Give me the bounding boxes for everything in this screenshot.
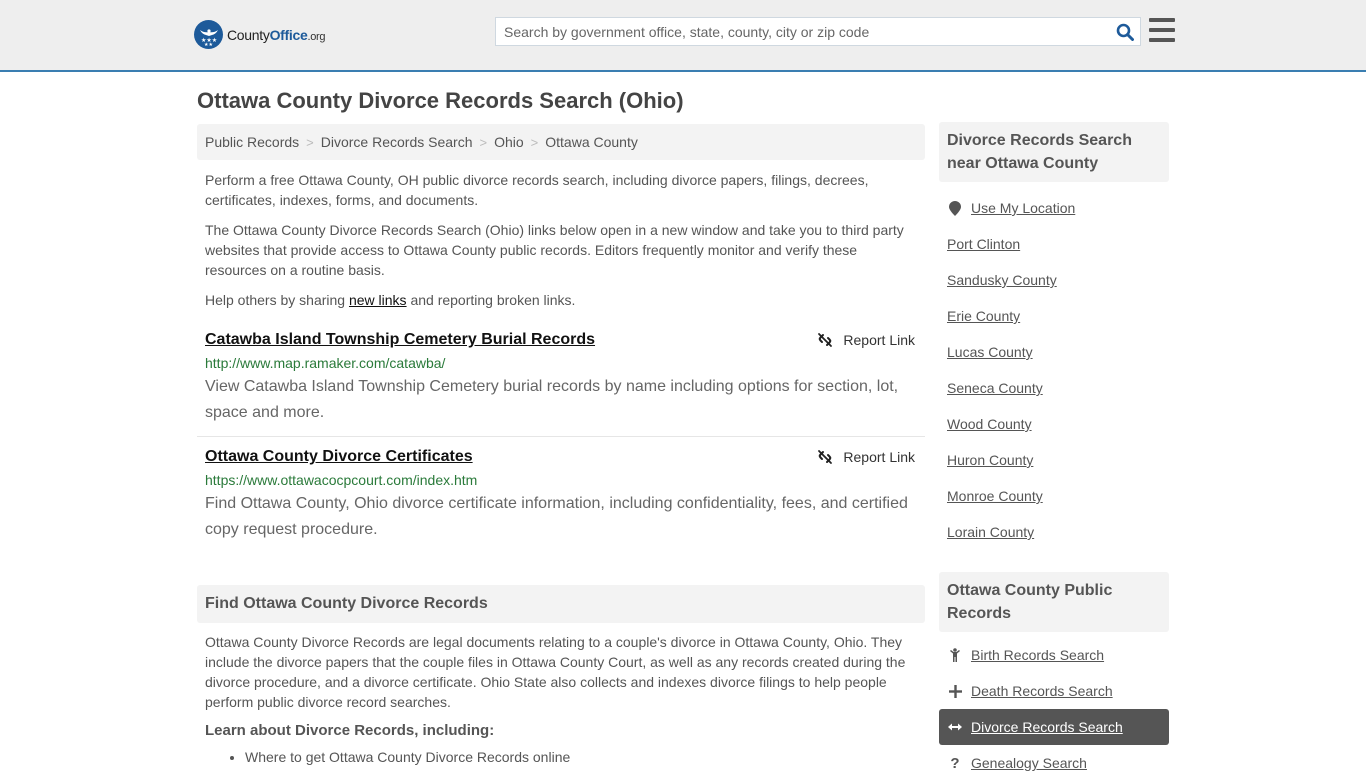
broken-link-icon bbox=[818, 450, 833, 464]
nearby-list: Use My Location Port Clinton Sandusky Co… bbox=[939, 182, 1169, 550]
report-link-label: Report Link bbox=[843, 332, 915, 348]
nearby-link-lucas-county[interactable]: Lucas County bbox=[947, 344, 1033, 360]
svg-text:★★: ★★ bbox=[204, 42, 213, 46]
nearby-link-wood-county[interactable]: Wood County bbox=[947, 416, 1032, 432]
eagle-logo-icon: ★★★ ★★ bbox=[194, 20, 223, 49]
broken-link-icon bbox=[818, 333, 833, 347]
resource-link-item: Ottawa County Divorce Certificates Repor… bbox=[197, 437, 925, 553]
breadcrumb-ottawa-county[interactable]: Ottawa County bbox=[545, 134, 638, 150]
resource-url: https://www.ottawacocpcourt.com/index.ht… bbox=[205, 472, 478, 488]
nearby-item: Seneca County bbox=[939, 370, 1169, 406]
public-records-item: Death Records Search bbox=[939, 673, 1169, 709]
question-icon: ? bbox=[950, 754, 960, 772]
nearby-sidebar: Divorce Records Search near Ottawa Count… bbox=[939, 122, 1169, 550]
logo-text: CountyOffice.org bbox=[227, 26, 326, 43]
nearby-item: Erie County bbox=[939, 298, 1169, 334]
report-link-button[interactable]: Report Link bbox=[817, 449, 915, 465]
top-header: ★★★ ★★ CountyOffice.org bbox=[0, 0, 1366, 72]
breadcrumb-divorce-records-search[interactable]: Divorce Records Search bbox=[321, 134, 473, 150]
public-records-sidebar: Ottawa County Public Records Birth Recor… bbox=[939, 572, 1169, 781]
nearby-link-seneca-county[interactable]: Seneca County bbox=[947, 380, 1043, 396]
resource-description: View Catawba Island Township Cemetery bu… bbox=[205, 378, 899, 421]
public-records-item: Birth Records Search bbox=[939, 637, 1169, 673]
arrows-horizontal-icon bbox=[947, 722, 963, 732]
resource-link-title[interactable]: Ottawa County Divorce Certificates bbox=[205, 447, 473, 467]
nearby-link-lorain-county[interactable]: Lorain County bbox=[947, 524, 1034, 540]
nearby-heading: Divorce Records Search near Ottawa Count… bbox=[939, 122, 1169, 182]
public-records-item: ? Genealogy Search bbox=[939, 745, 1169, 781]
intro-paragraph: The Ottawa County Divorce Records Search… bbox=[205, 222, 904, 278]
nearby-item: Port Clinton bbox=[939, 226, 1169, 262]
site-logo[interactable]: ★★★ ★★ CountyOffice.org bbox=[194, 20, 326, 49]
search-input[interactable] bbox=[496, 18, 1110, 45]
intro: Perform a free Ottawa County, OH public … bbox=[197, 170, 925, 310]
find-records-heading: Find Ottawa County Divorce Records bbox=[197, 585, 925, 623]
search-button[interactable] bbox=[1110, 18, 1140, 45]
nearby-item: Monroe County bbox=[939, 478, 1169, 514]
map-pin-icon bbox=[947, 200, 963, 216]
use-my-location-item: Use My Location bbox=[939, 190, 1169, 226]
intro-paragraph: Help others by sharing new links and rep… bbox=[205, 292, 576, 308]
nearby-link-erie-county[interactable]: Erie County bbox=[947, 308, 1020, 324]
public-records-heading: Ottawa County Public Records bbox=[939, 572, 1169, 632]
public-records-list: Birth Records Search Death Records Searc… bbox=[939, 632, 1169, 781]
resource-link-title[interactable]: Catawba Island Township Cemetery Burial … bbox=[205, 330, 595, 350]
find-records-paragraph: Ottawa County Divorce Records are legal … bbox=[205, 634, 906, 710]
find-records-section: Ottawa County Divorce Records are legal … bbox=[197, 632, 925, 767]
resource-url: http://www.map.ramaker.com/catawba/ bbox=[205, 355, 446, 371]
breadcrumb-separator: > bbox=[530, 134, 539, 150]
divorce-records-search-link[interactable]: Divorce Records Search bbox=[971, 719, 1123, 735]
nearby-link-port-clinton[interactable]: Port Clinton bbox=[947, 236, 1020, 252]
learn-about-heading: Learn about Divorce Records, including: bbox=[205, 722, 495, 739]
learn-about-list: Where to get Ottawa County Divorce Recor… bbox=[205, 747, 917, 767]
resource-description: Find Ottawa County, Ohio divorce certifi… bbox=[205, 495, 908, 538]
use-my-location-link[interactable]: Use My Location bbox=[971, 200, 1075, 216]
new-links-link[interactable]: new links bbox=[349, 292, 407, 308]
nearby-link-huron-county[interactable]: Huron County bbox=[947, 452, 1033, 468]
learn-about-item: Where to get Ottawa County Divorce Recor… bbox=[245, 747, 917, 767]
death-records-search-link[interactable]: Death Records Search bbox=[971, 683, 1113, 699]
search-bar bbox=[495, 17, 1141, 46]
report-link-label: Report Link bbox=[843, 449, 915, 465]
report-link-button[interactable]: Report Link bbox=[817, 332, 915, 348]
nearby-item: Wood County bbox=[939, 406, 1169, 442]
main-content: Perform a free Ottawa County, OH public … bbox=[197, 170, 925, 553]
breadcrumb-public-records[interactable]: Public Records bbox=[205, 134, 299, 150]
page-title: Ottawa County Divorce Records Search (Oh… bbox=[197, 88, 684, 113]
birth-records-search-link[interactable]: Birth Records Search bbox=[971, 647, 1104, 663]
resource-link-item: Catawba Island Township Cemetery Burial … bbox=[197, 320, 925, 437]
child-icon bbox=[947, 648, 963, 662]
breadcrumb: Public Records > Divorce Records Search … bbox=[197, 124, 925, 160]
breadcrumb-separator: > bbox=[479, 134, 488, 150]
genealogy-search-link[interactable]: Genealogy Search bbox=[971, 755, 1087, 771]
nearby-link-sandusky-county[interactable]: Sandusky County bbox=[947, 272, 1057, 288]
nearby-link-monroe-county[interactable]: Monroe County bbox=[947, 488, 1043, 504]
breadcrumb-ohio[interactable]: Ohio bbox=[494, 134, 524, 150]
nearby-item: Lucas County bbox=[939, 334, 1169, 370]
breadcrumb-separator: > bbox=[306, 134, 314, 150]
intro-paragraph: Perform a free Ottawa County, OH public … bbox=[205, 172, 869, 208]
nearby-item: Lorain County bbox=[939, 514, 1169, 550]
nearby-item: Huron County bbox=[939, 442, 1169, 478]
plus-icon bbox=[947, 684, 963, 698]
search-icon bbox=[1116, 23, 1134, 41]
nearby-item: Sandusky County bbox=[939, 262, 1169, 298]
public-records-item-active: Divorce Records Search bbox=[939, 709, 1169, 745]
hamburger-menu-icon[interactable] bbox=[1149, 18, 1175, 42]
